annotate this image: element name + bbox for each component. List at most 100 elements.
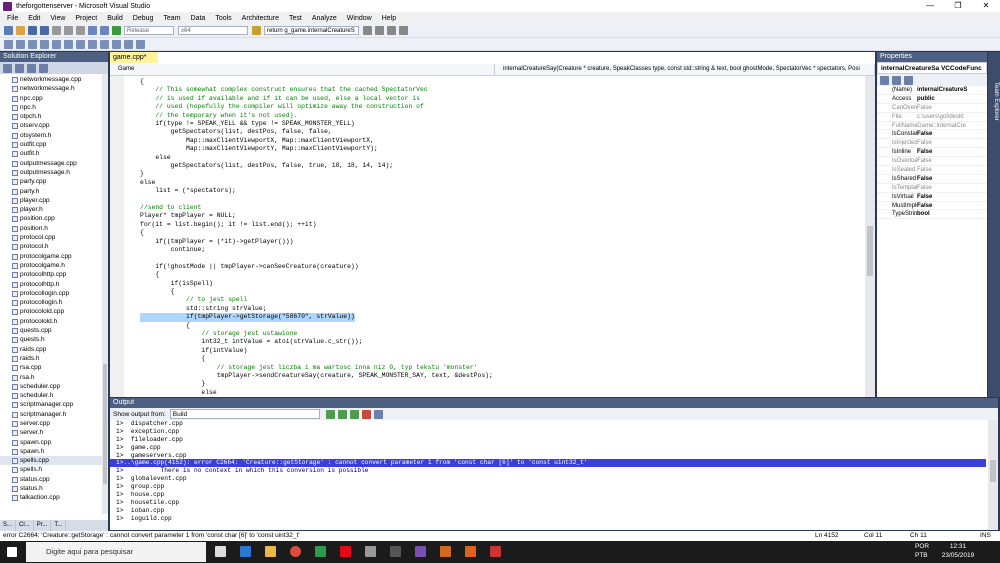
find-in-files-icon[interactable]	[363, 26, 372, 35]
list-item[interactable]: protocolold.h	[0, 317, 108, 326]
property-value[interactable]: False	[917, 184, 987, 192]
property-row[interactable]: CanOverrideFalse	[877, 104, 987, 113]
code-line[interactable]: if(type != SPEAK_YELL && type != SPEAK_M…	[140, 120, 354, 128]
code-line[interactable]: if(!ghostMode || tmpPlayer->canSeeCreatu…	[140, 263, 358, 271]
menu-item-debug[interactable]: Debug	[128, 15, 159, 22]
list-item[interactable]: talkaction.cpp	[0, 493, 108, 502]
menu-item-view[interactable]: View	[45, 15, 70, 22]
code-line[interactable]: // This somewhat complex construct ensur…	[140, 86, 427, 94]
code-line[interactable]: //send to client	[140, 204, 201, 212]
property-pages-icon[interactable]	[904, 75, 913, 85]
list-item[interactable]: otpch.h	[0, 112, 108, 121]
property-value[interactable]: False	[917, 166, 987, 174]
property-row[interactable]: FullName Game::internalCre	[877, 122, 987, 131]
list-item[interactable]: player.cpp	[0, 196, 108, 205]
property-value[interactable]: c:\users\gol\deskt	[917, 113, 987, 121]
list-item[interactable]: position.h	[0, 224, 108, 233]
output-line[interactable]: 1> ioban.cpp	[110, 507, 986, 515]
menu-item-edit[interactable]: Edit	[23, 15, 45, 22]
property-row[interactable]: IsInjected False	[877, 139, 987, 149]
start-debugging-icon[interactable]	[112, 26, 121, 35]
property-value[interactable]: False	[917, 139, 987, 147]
code-line[interactable]: // the temporary when it's not used).	[140, 112, 297, 120]
save-all-icon[interactable]	[40, 26, 49, 35]
code-line[interactable]: getSpectators(list, destPos, false, fals…	[140, 128, 332, 136]
prev-bookmark-icon[interactable]	[76, 39, 85, 49]
task-view-icon[interactable]	[215, 546, 226, 557]
list-item[interactable]: scheduler.h	[0, 391, 108, 400]
property-row[interactable]: MustImplemeFalse	[877, 202, 987, 211]
configuration-combo[interactable]: Release	[124, 26, 174, 35]
menu-item-window[interactable]: Window	[342, 15, 377, 22]
editor-scrollbar[interactable]	[865, 76, 875, 397]
property-value[interactable]: internalCreatureS	[917, 86, 987, 94]
list-item[interactable]: raids.cpp	[0, 345, 108, 354]
indent-icon[interactable]	[28, 39, 37, 49]
code-line[interactable]: }	[140, 380, 205, 388]
save-icon[interactable]	[28, 26, 37, 35]
refresh-icon[interactable]	[27, 63, 36, 73]
list-item[interactable]: status.h	[0, 484, 108, 493]
property-row[interactable]: IsVirtual False	[877, 193, 987, 202]
code-line[interactable]: Map::maxClientViewportX, Map::maxClientV…	[140, 137, 374, 145]
list-item[interactable]: party.cpp	[0, 177, 108, 186]
property-value[interactable]: False	[917, 175, 987, 183]
toolbox-icon[interactable]	[399, 26, 408, 35]
app-icon-2[interactable]	[390, 546, 401, 557]
menu-item-test[interactable]: Test	[284, 15, 307, 22]
property-row[interactable]: IsConstantFalse	[877, 130, 987, 140]
output-line[interactable]: 1> exception.cpp	[110, 428, 986, 436]
menu-item-project[interactable]: Project	[70, 15, 102, 22]
property-row[interactable]: IsTemplateFalse	[877, 184, 987, 193]
list-item[interactable]: networkmessage.cpp	[0, 75, 108, 84]
bottom-tab[interactable]: Pr...	[34, 520, 52, 531]
code-line[interactable]: {	[140, 78, 144, 86]
properties-icon[interactable]	[387, 26, 396, 35]
find-combo[interactable]: return g_game.internalCreatureS	[264, 26, 359, 35]
team-explorer-tab[interactable]: Team Explorer	[989, 82, 999, 121]
output-line[interactable]: 1> game.cpp	[110, 444, 986, 452]
property-value[interactable]: False	[917, 104, 987, 112]
code-line[interactable]: else	[140, 389, 216, 397]
list-item[interactable]: scheduler.cpp	[0, 382, 108, 391]
list-item[interactable]: otsystem.h	[0, 131, 108, 140]
output-scrollbar[interactable]	[988, 420, 998, 530]
minimize-button[interactable]: —	[916, 0, 944, 12]
cut-icon[interactable]	[52, 26, 61, 35]
output-line[interactable]: 1> There is no context in which this con…	[110, 467, 986, 475]
list-item[interactable]: spells.h	[0, 465, 108, 474]
platform-combo[interactable]: x64	[178, 26, 248, 35]
code-line[interactable]: continue;	[140, 246, 206, 254]
list-item[interactable]: rsa.h	[0, 373, 108, 382]
list-item[interactable]: quests.h	[0, 335, 108, 344]
scope-combo[interactable]: Game	[110, 64, 495, 75]
scroll-thumb[interactable]	[990, 460, 996, 482]
list-item[interactable]: protocolgame.h	[0, 261, 108, 270]
scroll-thumb[interactable]	[103, 364, 107, 484]
code-line[interactable]: // is used if available and if it can be…	[140, 95, 420, 103]
output-line[interactable]: 1> gameservers.cpp	[110, 452, 986, 460]
list-item[interactable]: networkmessage.h	[0, 84, 108, 93]
property-value[interactable]: False	[917, 202, 987, 210]
taskbar-search[interactable]: Digite aqui para pesquisar	[26, 542, 206, 562]
property-value[interactable]: False	[917, 193, 987, 201]
list-item[interactable]: protocol.cpp	[0, 233, 108, 242]
list-item[interactable]: quests.cpp	[0, 326, 108, 335]
layout-icon[interactable]	[100, 39, 109, 49]
maximize-button[interactable]: ❐	[944, 0, 972, 12]
word-wrap-icon[interactable]	[373, 409, 383, 419]
output-source-combo[interactable]: Build	[169, 409, 320, 419]
code-line[interactable]: for(it = list.begin(); it != list.end();…	[140, 221, 316, 229]
output-line[interactable]: 1> globalevent.cpp	[110, 475, 986, 483]
find-icon[interactable]	[252, 26, 261, 35]
code-line[interactable]: if(isSpell)	[140, 280, 213, 288]
list-item[interactable]: position.cpp	[0, 214, 108, 223]
menu-item-architecture[interactable]: Architecture	[237, 15, 284, 22]
list-item[interactable]: server.cpp	[0, 419, 108, 428]
comment-icon[interactable]	[4, 39, 13, 49]
show-all-files-icon[interactable]	[15, 63, 24, 73]
property-value[interactable]: bool	[917, 210, 987, 218]
property-row[interactable]: File c:\users\gol\deskt	[877, 113, 987, 122]
code-line[interactable]: if((tmpPlayer = (*it)->getPlayer()))	[140, 238, 293, 246]
code-line[interactable]: else	[140, 154, 170, 162]
